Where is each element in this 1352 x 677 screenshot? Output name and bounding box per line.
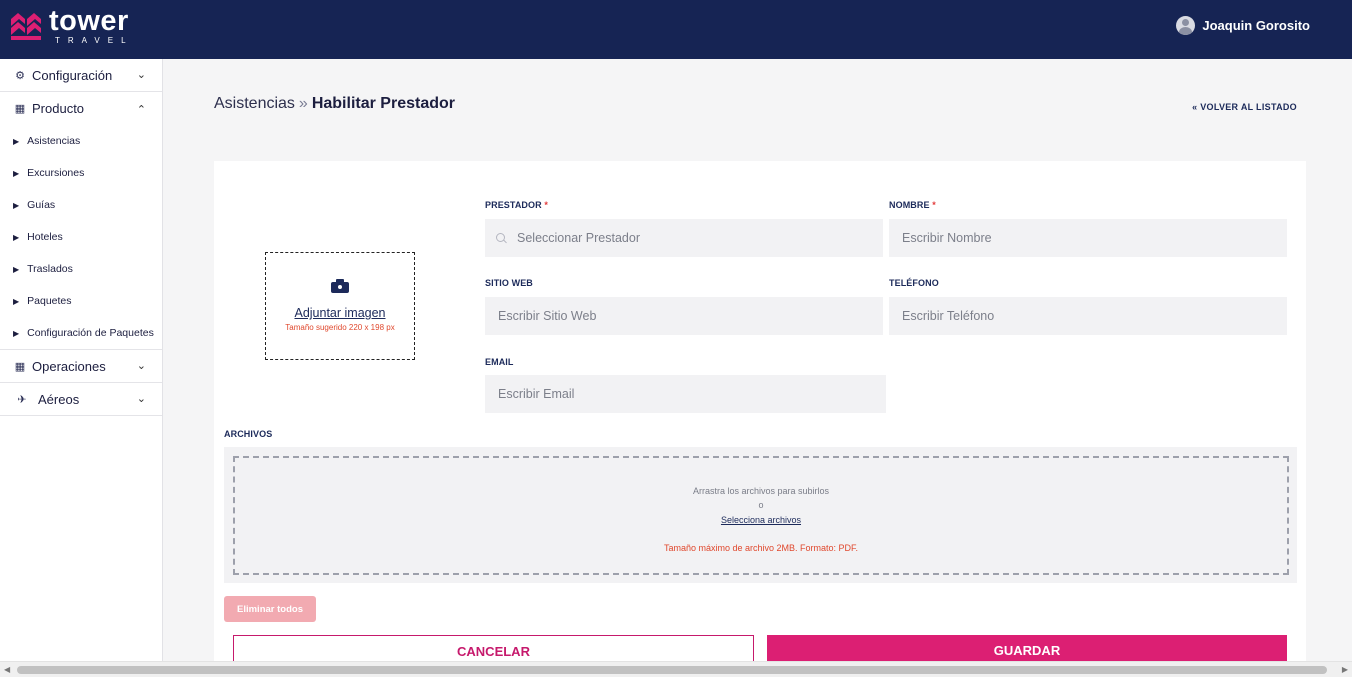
building-icon: ▦ (14, 360, 26, 373)
sidebar-group-label: Operaciones (32, 358, 106, 374)
chevron-down-icon: ⌄ (136, 393, 146, 405)
caret-right-icon: ▶ (13, 232, 20, 242)
horizontal-scrollbar[interactable]: ◀ ▶ (0, 661, 1352, 677)
telefono-input[interactable]: Escribir Teléfono (889, 297, 1287, 335)
sidebar-group-aereos[interactable]: ✈ Aéreos ⌄ (0, 383, 162, 416)
user-name: Joaquin Gorosito (1202, 18, 1310, 33)
sitio-web-label-text: SITIO WEB (485, 278, 533, 288)
archivos-label: ARCHIVOS (224, 429, 272, 439)
back-to-list-link[interactable]: « VOLVER AL LISTADO (1192, 102, 1297, 112)
sidebar-group-label: Configuración (32, 67, 113, 83)
sidebar-group-operaciones[interactable]: ▦ Operaciones ⌄ (0, 350, 162, 383)
sidebar-submenu-producto: ▶ Asistencias ▶ Excursiones ▶ Guías ▶ Ho… (0, 125, 162, 350)
sitio-web-input[interactable]: Escribir Sitio Web (485, 297, 883, 335)
sidebar-item-excursiones[interactable]: ▶ Excursiones (0, 157, 162, 189)
attach-image-link[interactable]: Adjuntar imagen (266, 306, 414, 320)
logo-subtitle: TRAVEL (55, 36, 134, 45)
sidebar-group-configuracion[interactable]: ⚙ Configuración ⌄ (0, 59, 162, 92)
gear-icon: ⚙ (15, 69, 25, 82)
sidebar-item-label: Hoteles (27, 231, 63, 243)
sidebar-item-label: Paquetes (27, 295, 72, 307)
sidebar-item-label: Guías (27, 199, 56, 211)
sitio-web-label: SITIO WEB (485, 278, 533, 288)
required-mark: * (932, 200, 936, 210)
caret-right-icon: ▶ (13, 136, 20, 146)
logo-mark-icon (11, 13, 41, 40)
building-icon: ▦ (14, 103, 26, 115)
prestador-select[interactable]: Seleccionar Prestador (485, 219, 883, 257)
sidebar-item-label: Asistencias (27, 135, 81, 147)
image-size-hint: Tamaño sugerido 220 x 198 px (285, 323, 395, 332)
sidebar-group-label: Aéreos (38, 391, 80, 407)
plane-icon: ✈ (17, 393, 27, 406)
sidebar-item-label: Traslados (27, 263, 73, 275)
sidebar-item-label: Excursiones (27, 167, 85, 179)
avatar-icon (1176, 16, 1196, 35)
dropzone-or-text: o (758, 500, 764, 510)
email-placeholder: Escribir Email (498, 387, 575, 401)
form-card: Adjuntar imagen Tamaño sugerido 220 x 19… (214, 161, 1306, 677)
dropzone-drag-text: Arrastra los archivos para subirlos (692, 486, 830, 496)
sidebar-item-configuracion-paquetes[interactable]: ▶ Configuración de Paquetes (0, 317, 162, 349)
sidebar-item-hoteles[interactable]: ▶ Hoteles (0, 221, 162, 253)
caret-right-icon: ▶ (13, 264, 20, 274)
chevron-up-icon: ⌃ (136, 104, 146, 116)
prestador-label-text: PRESTADOR (485, 200, 542, 210)
scroll-right-icon[interactable]: ▶ (1342, 665, 1348, 674)
sidebar-group-producto[interactable]: ▦ Producto ⌃ (0, 92, 162, 125)
main-content: Asistencias» Habilitar Prestador « VOLVER… (164, 59, 1352, 677)
email-label-text: EMAIL (485, 357, 514, 367)
breadcrumb: Asistencias» Habilitar Prestador (214, 95, 455, 113)
sidebar-group-label: Producto (32, 101, 85, 116)
scrollbar-thumb[interactable] (17, 666, 1327, 674)
nombre-input[interactable]: Escribir Nombre (889, 219, 1287, 257)
top-navbar: tower TRAVEL Joaquin Gorosito (0, 0, 1352, 59)
caret-right-icon: ▶ (13, 168, 20, 178)
nombre-placeholder: Escribir Nombre (902, 231, 992, 245)
required-mark: * (544, 200, 548, 210)
nombre-label: NOMBRE * (889, 200, 936, 210)
file-dropzone[interactable]: Arrastra los archivos para subirlos o Se… (224, 447, 1297, 583)
nombre-label-text: NOMBRE (889, 200, 930, 210)
sitio-web-placeholder: Escribir Sitio Web (498, 309, 597, 323)
prestador-placeholder: Seleccionar Prestador (517, 231, 640, 245)
chevron-down-icon: ⌄ (136, 69, 146, 81)
page-title: Habilitar Prestador (311, 95, 455, 112)
sidebar-item-guias[interactable]: ▶ Guías (0, 189, 162, 221)
search-icon (496, 232, 507, 244)
scroll-left-icon[interactable]: ◀ (4, 665, 10, 674)
delete-all-button[interactable]: Eliminar todos (224, 596, 316, 622)
sidebar-item-traslados[interactable]: ▶ Traslados (0, 253, 162, 285)
chevron-down-icon: ⌄ (136, 360, 146, 372)
telefono-label: TELÉFONO (889, 278, 939, 288)
caret-right-icon: ▶ (13, 296, 20, 306)
caret-right-icon: ▶ (13, 328, 20, 338)
user-menu[interactable]: Joaquin Gorosito (1176, 16, 1310, 35)
sidebar-item-asistencias[interactable]: ▶ Asistencias (0, 125, 162, 157)
breadcrumb-parent[interactable]: Asistencias (214, 95, 295, 112)
sidebar: ⚙ Configuración ⌄ ▦ Producto ⌃ ▶ Asisten… (0, 59, 163, 661)
email-input[interactable]: Escribir Email (485, 375, 886, 413)
select-files-link[interactable]: Selecciona archivos (721, 515, 801, 525)
telefono-placeholder: Escribir Teléfono (902, 309, 995, 323)
caret-right-icon: ▶ (13, 200, 20, 210)
email-label: EMAIL (485, 357, 514, 367)
breadcrumb-separator: » (298, 95, 308, 112)
prestador-label: PRESTADOR * (485, 200, 548, 210)
file-size-hint: Tamaño máximo de archivo 2MB. Formato: P… (663, 543, 859, 553)
image-upload-box[interactable]: Adjuntar imagen Tamaño sugerido 220 x 19… (265, 252, 415, 360)
sidebar-item-paquetes[interactable]: ▶ Paquetes (0, 285, 162, 317)
dropzone-border: Arrastra los archivos para subirlos o Se… (233, 456, 1289, 575)
archivos-label-text: ARCHIVOS (224, 429, 273, 439)
camera-icon (331, 279, 349, 293)
telefono-label-text: TELÉFONO (889, 278, 939, 288)
logo-word: tower (49, 5, 129, 37)
sidebar-item-label: Configuración de Paquetes (27, 327, 154, 339)
